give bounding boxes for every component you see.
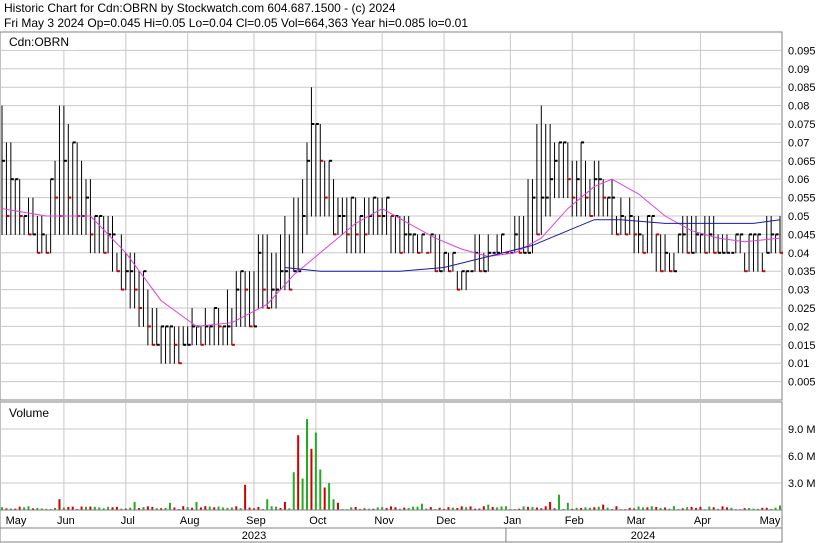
volume-tick-label: 9.0 M	[788, 424, 816, 436]
price-tick-label: 0.015	[788, 340, 816, 352]
price-tick-label: 0.08	[788, 101, 809, 113]
price-tick-label: 0.03	[788, 285, 809, 297]
price-panel: 0.005 0.01 0.015 0.02 0.025 0.03 0.035 0.04 0.04…	[0, 31, 816, 401]
month-label: May	[760, 515, 781, 527]
price-tick-label: 0.065	[788, 156, 816, 168]
price-tick-label: 0.005	[788, 377, 816, 389]
price-panel-label: Cdn:OBRN	[9, 35, 69, 49]
chart-header-line1: Historic Chart for Cdn:OBRN by Stockwatc…	[4, 1, 396, 15]
price-tick-label: 0.09	[788, 64, 809, 76]
price-tick-label: 0.02	[788, 321, 809, 333]
price-tick-label: 0.095	[788, 45, 816, 57]
volume-tick-label: 6.0 M	[788, 451, 816, 463]
price-tick-label: 0.01	[788, 358, 809, 370]
price-axis-ticks: 0.005 0.01 0.015 0.02 0.025 0.03 0.035 0.04 0.04…	[788, 45, 816, 388]
stock-chart: Historic Chart for Cdn:OBRN by Stockwatc…	[0, 1, 816, 543]
year-label: 2023	[242, 530, 266, 542]
price-tick-label: 0.07	[788, 137, 809, 149]
month-label: Jul	[121, 515, 135, 527]
chart-header-line2: Fri May 3 2024 Op=0.045 Hi=0.05 Lo=0.04 …	[4, 16, 468, 30]
price-tick-label: 0.025	[788, 303, 816, 315]
month-label: Sep	[246, 515, 266, 527]
price-tick-label: 0.045	[788, 229, 816, 241]
month-label: Nov	[374, 515, 394, 527]
price-tick-label: 0.04	[788, 248, 809, 260]
month-label: Jun	[57, 515, 75, 527]
month-label: Apr	[694, 515, 711, 527]
time-axis: May Jun Jul Aug Sep Oct Nov Dec Jan Feb Mar Apr May …	[0, 509, 783, 543]
volume-panel: 3.0 M 6.0 M 9.0 M Volume	[0, 401, 816, 511]
volume-axis-ticks: 3.0 M 6.0 M 9.0 M	[788, 424, 816, 490]
year-label: 2024	[631, 530, 655, 542]
price-tick-label: 0.06	[788, 174, 809, 186]
volume-tick-label: 3.0 M	[788, 478, 816, 490]
price-tick-label: 0.055	[788, 193, 816, 205]
month-label: Aug	[180, 515, 200, 527]
price-tick-label: 0.085	[788, 82, 816, 94]
price-tick-label: 0.05	[788, 211, 809, 223]
price-tick-label: 0.075	[788, 119, 816, 131]
month-label: May	[6, 515, 27, 527]
volume-panel-label: Volume	[9, 406, 49, 420]
price-tick-label: 0.035	[788, 266, 816, 278]
month-label: Feb	[565, 515, 584, 527]
month-label: Jan	[503, 515, 521, 527]
month-label: Mar	[627, 515, 646, 527]
month-label: Dec	[436, 515, 456, 527]
month-label: Oct	[309, 515, 326, 527]
year-axis-strip	[0, 527, 783, 543]
